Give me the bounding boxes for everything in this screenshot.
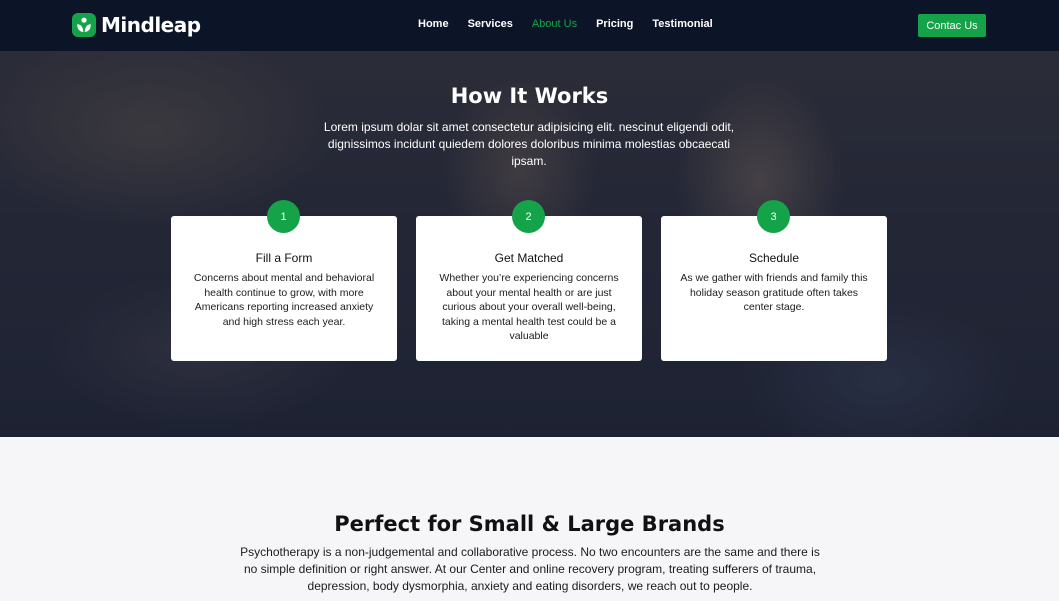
brands-section: Perfect for Small & Large Brands Psychot… xyxy=(0,437,1059,601)
step-title: Get Matched xyxy=(494,251,564,265)
step-card-schedule: 3 Schedule As we gather with friends and… xyxy=(661,200,887,361)
brand-name: Mindleap xyxy=(101,13,201,37)
brands-section-title: Perfect for Small & Large Brands xyxy=(334,512,725,536)
step-description: Concerns about mental and behavioral hea… xyxy=(193,272,375,328)
nav-link-testimonial[interactable]: Testimonial xyxy=(652,18,712,30)
nav-link-pricing[interactable]: Pricing xyxy=(596,18,633,30)
nav-link-home[interactable]: Home xyxy=(418,18,449,30)
step-description: Whether you’re experiencing concerns abo… xyxy=(439,272,619,342)
step-card-get-matched: 2 Get Matched Whether you’re experiencin… xyxy=(416,200,642,361)
nav-link-services[interactable]: Services xyxy=(468,18,513,30)
step-number-badge: 1 xyxy=(267,200,300,233)
step-number-badge: 3 xyxy=(757,200,790,233)
step-title: Fill a Form xyxy=(255,251,313,265)
brands-section-text: Psychotherapy is a non-judgemental and c… xyxy=(240,545,820,593)
top-navbar: Mindleap Home Services About Us Pricing … xyxy=(0,0,1059,51)
step-title: Schedule xyxy=(748,251,800,265)
how-it-works-section: How It Works Lorem ipsum dolar sit amet … xyxy=(0,51,1059,437)
nav-link-about-us[interactable]: About Us xyxy=(532,18,577,30)
main-menu: Home Services About Us Pricing Testimoni… xyxy=(418,18,732,30)
section-description: Lorem ipsum dolar sit amet consectetur a… xyxy=(323,120,735,168)
section-title: How It Works xyxy=(450,84,609,108)
step-description: As we gather with friends and family thi… xyxy=(680,272,868,313)
step-card-fill-form: 1 Fill a Form Concerns about mental and … xyxy=(171,200,397,361)
leaf-logo-icon xyxy=(72,13,96,37)
brand-logo[interactable]: Mindleap xyxy=(72,13,201,37)
step-number-badge: 2 xyxy=(512,200,545,233)
contact-us-button[interactable]: Contac Us xyxy=(918,14,986,37)
